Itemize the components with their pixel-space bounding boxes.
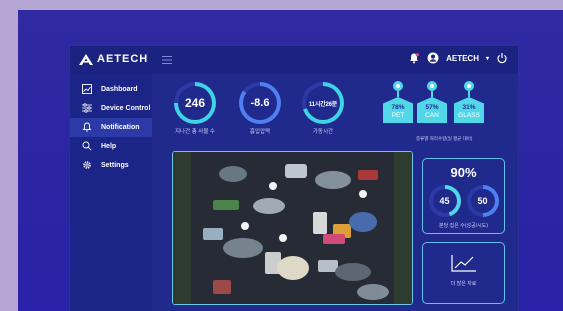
kpi-ring: -8.6 [239,82,281,124]
kpi-value: -8.6 [250,97,270,109]
sidebar-item-label: Help [101,143,117,150]
tag-percent: 57% [425,104,439,111]
material-tag-can[interactable]: 57% CAN [417,81,447,123]
sidebar-item-label: Settings [101,162,129,169]
power-icon[interactable] [496,52,508,64]
dashboard-icon [82,83,92,96]
material-caption: 종류별 처리수량(일 평균 대비) [416,136,473,141]
kpi-ring: 246 [174,82,216,124]
donut-right-value: 50 [470,189,495,213]
pin-icon [464,81,474,91]
brand-name: AETECH [97,53,149,65]
camera-feed[interactable] [172,151,413,305]
sidebar-item-label: Device Control [101,105,151,112]
sidebar-item-notification[interactable]: Notification [70,118,152,137]
main-content: 246 지나간 총 사물 수 -8.6 흡입압력 11시간26분 가동시간 78… [152,74,518,311]
conveyor-image [173,152,412,304]
more-data-panel[interactable]: 더 많은 자료 [422,242,505,304]
search-icon [82,141,92,153]
success-rate-value: 90% [450,165,477,180]
donut-right: 50 [466,185,499,217]
sidebar-item-dashboard[interactable]: Dashboard [70,80,152,99]
logo-icon [79,53,93,65]
bell-icon [82,122,92,134]
bell-icon[interactable] [408,52,420,64]
tag-name: PET [391,112,405,119]
sidebar-item-label: Notification [101,124,140,131]
pin-icon [427,81,437,91]
kpi-uptime: 11시간26분 가동시간 [300,82,346,135]
kpi-ring: 11시간26분 [302,82,344,124]
material-tag-glass[interactable]: 31% GLASS [454,81,484,123]
dashboard-window: AETECH AETECH ▾ Dashboard Device Control… [70,46,518,311]
tag-name: GLASS [458,112,480,119]
sidebar-item-device-control[interactable]: Device Control [70,99,152,118]
sidebar-item-help[interactable]: Help [70,137,152,156]
pin-icon [393,81,403,91]
brand-logo[interactable]: AETECH [79,53,148,65]
top-right-controls: AETECH ▾ [408,52,508,64]
hamburger-icon[interactable] [162,53,172,67]
kpi-value: 246 [184,96,206,110]
gear-icon [82,160,92,172]
donut-left-value: 45 [432,189,457,213]
user-circle-icon[interactable] [427,52,439,64]
kpi-label: 흡입압력 [249,129,271,135]
tag-percent: 31% [462,104,476,111]
sidebar-item-settings[interactable]: Settings [70,156,152,175]
kpi-label: 가동시간 [312,129,334,135]
sidebar: Dashboard Device Control Notification He… [70,74,152,311]
kpi-label: 지나간 총 사물 수 [174,129,215,135]
line-chart-icon [450,254,477,272]
sliders-icon [82,102,92,115]
tag-name: CAN [425,112,439,119]
donut-left: 45 [428,185,461,217]
success-rate-caption: 분당 집은 수(성공/시도) [439,223,488,229]
success-rate-panel[interactable]: 90% 45 50 분당 집은 수(성공/시도) [422,158,505,234]
username[interactable]: AETECH [446,54,479,63]
top-bar: AETECH AETECH ▾ [70,46,518,74]
more-data-label: 더 많은 자료 [450,281,477,287]
material-tag-pet[interactable]: 78% PET [383,81,413,123]
chevron-down-icon[interactable]: ▾ [486,55,489,62]
kpi-value: 11시간26분 [308,101,338,108]
sidebar-item-label: Dashboard [101,86,138,93]
kpi-suction-pressure: -8.6 흡입압력 [237,82,283,135]
kpi-total-objects: 246 지나간 총 사물 수 [172,82,218,135]
tag-percent: 78% [391,104,405,111]
